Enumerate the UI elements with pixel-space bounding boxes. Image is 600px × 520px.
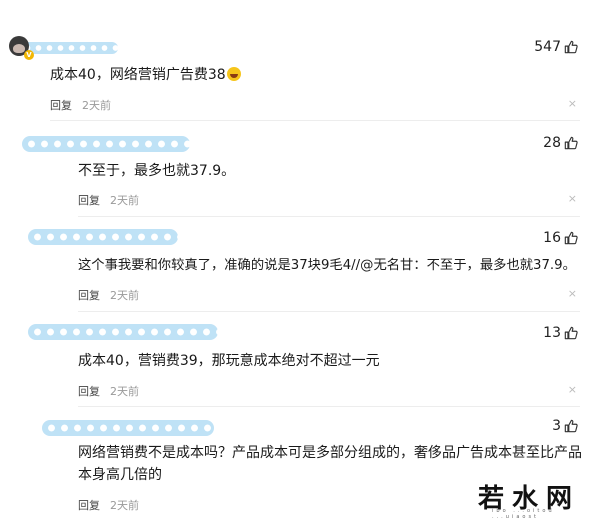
thumbs-up-icon xyxy=(564,136,578,150)
comment-text: 不至于，最多也就37.9。 xyxy=(78,163,236,179)
thumbs-up-icon xyxy=(564,419,578,433)
thumbs-up-icon xyxy=(564,326,578,340)
watermark-subtitle: ibo ...oitod ...uiaost xyxy=(492,508,555,520)
username-mask[interactable] xyxy=(28,324,218,340)
verified-badge: V xyxy=(24,50,34,60)
username-mask[interactable] xyxy=(28,229,178,245)
divider xyxy=(78,311,580,312)
divider xyxy=(50,120,580,121)
username-mask[interactable] xyxy=(22,42,118,54)
reply-button[interactable]: 回复 xyxy=(78,192,100,208)
divider xyxy=(78,406,580,407)
reply-button[interactable]: 回复 xyxy=(78,287,100,303)
comment-text: 这个事我要和你较真了，准确的说是37块9毛4//@无名甘：不至于，最多也就37.… xyxy=(78,258,576,273)
timestamp: 2天前 xyxy=(110,289,139,302)
username-mask[interactable] xyxy=(22,136,190,152)
comment-meta: 回复 2天前 xyxy=(50,97,111,113)
like-button[interactable]: 16 xyxy=(543,230,578,246)
comment-text: 成本40，网络营销广告费38 xyxy=(50,64,241,86)
like-count: 28 xyxy=(543,135,561,151)
laughing-emoji-icon xyxy=(226,67,241,81)
timestamp: 2天前 xyxy=(110,499,139,512)
reply-button[interactable]: 回复 xyxy=(50,97,72,113)
comment-text: 成本40，营销费39，那玩意成本绝对不超过一元 xyxy=(78,353,380,369)
like-count: 13 xyxy=(543,325,561,341)
comment-meta: 回复 2天前 xyxy=(78,383,139,399)
timestamp: 2天前 xyxy=(110,385,139,398)
close-icon[interactable]: × xyxy=(568,193,577,204)
timestamp: 2天前 xyxy=(110,194,139,207)
like-button[interactable]: 28 xyxy=(543,135,578,151)
like-button[interactable]: 13 xyxy=(543,325,578,341)
timestamp: 2天前 xyxy=(82,99,111,112)
like-count: 3 xyxy=(552,418,561,434)
comment-meta: 回复 2天前 xyxy=(78,192,139,208)
close-icon[interactable]: × xyxy=(568,98,577,109)
comment-meta: 回复 2天前 xyxy=(78,287,139,303)
like-count: 547 xyxy=(534,39,561,55)
thumbs-up-icon xyxy=(564,231,578,245)
reply-button[interactable]: 回复 xyxy=(78,383,100,399)
like-button[interactable]: 3 xyxy=(552,418,578,434)
like-count: 16 xyxy=(543,230,561,246)
username-mask[interactable] xyxy=(42,420,214,436)
comment-meta: 回复 2天前 xyxy=(78,497,139,513)
close-icon[interactable]: × xyxy=(568,288,577,299)
reply-button[interactable]: 回复 xyxy=(78,497,100,513)
divider xyxy=(78,216,580,217)
like-button[interactable]: 547 xyxy=(534,39,578,55)
close-icon[interactable]: × xyxy=(568,384,577,395)
thumbs-up-icon xyxy=(564,40,578,54)
